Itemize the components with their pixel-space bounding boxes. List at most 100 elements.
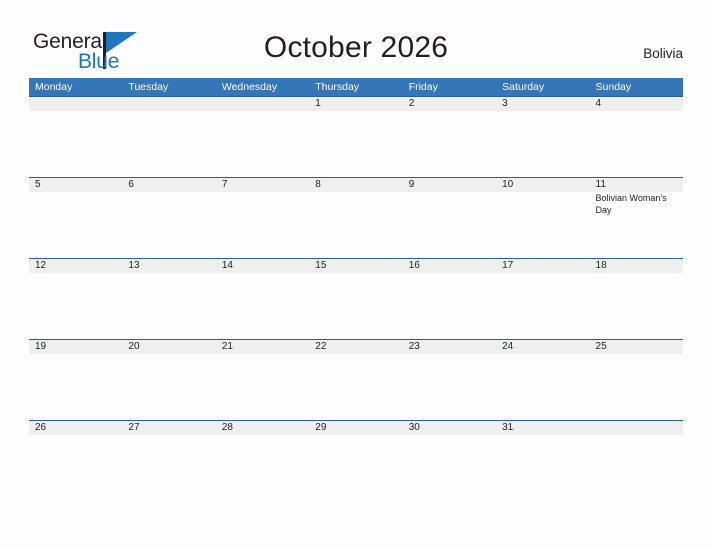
day-number: 27 bbox=[128, 422, 140, 433]
day-number: 30 bbox=[408, 422, 420, 433]
day-number: 15 bbox=[315, 260, 327, 271]
day-number: 4 bbox=[595, 98, 602, 109]
country-label: Bolivia bbox=[643, 46, 683, 61]
day-number-band bbox=[309, 178, 403, 192]
calendar-day-cell[interactable]: 14 bbox=[215, 259, 310, 339]
day-number: 17 bbox=[502, 260, 514, 271]
calendar-day-cell[interactable]: 20 bbox=[122, 340, 216, 420]
calendar-day-cell-empty bbox=[215, 97, 310, 177]
calendar-day-cell[interactable]: 31 bbox=[496, 421, 590, 501]
day-number-band bbox=[402, 97, 497, 111]
calendar-day-cell[interactable]: 25 bbox=[589, 340, 683, 420]
calendar-day-cell[interactable]: 27 bbox=[122, 421, 216, 501]
calendar-week-row: 1 2 3 4 bbox=[29, 96, 683, 177]
day-number: 3 bbox=[502, 98, 508, 109]
day-number: 13 bbox=[128, 260, 140, 271]
calendar-day-cell[interactable]: 24 bbox=[496, 340, 590, 420]
calendar-day-cell[interactable]: 18 bbox=[589, 259, 683, 339]
weekday-header-row: Monday Tuesday Wednesday Thursday Friday… bbox=[29, 78, 683, 96]
calendar-day-cell[interactable]: 17 bbox=[496, 259, 590, 339]
day-number: 8 bbox=[315, 179, 321, 190]
day-events: Bolivian Woman's Day bbox=[596, 193, 678, 216]
weekday-thursday: Thursday bbox=[315, 81, 360, 93]
calendar-page: General Blue October 2026 Bolivia Monday… bbox=[0, 0, 712, 550]
day-number: 5 bbox=[35, 179, 41, 190]
calendar-day-cell[interactable]: 1 bbox=[309, 97, 403, 177]
day-number-band bbox=[496, 97, 590, 111]
day-number-band bbox=[589, 97, 683, 111]
day-number: 31 bbox=[502, 422, 514, 433]
calendar-day-cell[interactable]: 29 bbox=[309, 421, 403, 501]
day-number: 22 bbox=[315, 341, 327, 352]
calendar-day-cell[interactable]: 13 bbox=[122, 259, 216, 339]
calendar-day-cell[interactable]: 15 bbox=[309, 259, 403, 339]
page-header: General Blue October 2026 Bolivia bbox=[0, 0, 712, 78]
calendar-day-cell[interactable]: 3 bbox=[496, 97, 590, 177]
day-number: 12 bbox=[35, 260, 47, 271]
day-number: 26 bbox=[35, 422, 47, 433]
day-number: 19 bbox=[35, 341, 47, 352]
calendar-day-cell[interactable]: 10 bbox=[496, 178, 590, 258]
calendar-day-cell[interactable]: 6 bbox=[122, 178, 216, 258]
day-number-band bbox=[589, 421, 683, 435]
calendar-day-cell[interactable]: 30 bbox=[402, 421, 497, 501]
calendar-day-cell[interactable]: 9 bbox=[402, 178, 497, 258]
day-number-band bbox=[29, 97, 123, 111]
day-number: 10 bbox=[502, 179, 514, 190]
day-number-band bbox=[29, 178, 123, 192]
day-number-band bbox=[122, 178, 216, 192]
day-number-band bbox=[215, 97, 310, 111]
calendar-day-cell-empty bbox=[29, 97, 123, 177]
day-number-band bbox=[215, 178, 310, 192]
day-number: 9 bbox=[408, 179, 415, 190]
calendar-weeks: 1 2 3 4 5 6 7 8 9 10 11 Bolivian Woman's Day 12 13 14 1… bbox=[29, 96, 683, 501]
day-number-band bbox=[122, 97, 216, 111]
day-number: 24 bbox=[502, 341, 514, 352]
day-number: 7 bbox=[221, 179, 228, 190]
day-number: 16 bbox=[408, 260, 420, 271]
calendar-week-row: 19 20 21 22 23 24 25 bbox=[29, 339, 683, 420]
calendar-day-cell[interactable]: 2 bbox=[402, 97, 497, 177]
page-title: October 2026 bbox=[263, 31, 449, 64]
day-number: 14 bbox=[221, 260, 233, 271]
weekday-wednesday: Wednesday bbox=[221, 81, 278, 93]
calendar-day-cell[interactable]: 26 bbox=[29, 421, 123, 501]
day-number: 2 bbox=[408, 98, 415, 109]
calendar-day-cell[interactable]: 12 bbox=[29, 259, 123, 339]
calendar-day-cell[interactable]: 4 bbox=[589, 97, 683, 177]
calendar-week-row: 5 6 7 8 9 10 11 Bolivian Woman's Day bbox=[29, 177, 683, 258]
weekday-monday: Monday bbox=[35, 81, 73, 93]
calendar-week-row: 26 27 28 29 30 31 bbox=[29, 420, 683, 501]
calendar-grid: Monday Tuesday Wednesday Thursday Friday… bbox=[29, 78, 683, 501]
day-number: 23 bbox=[408, 341, 420, 352]
calendar-day-cell[interactable]: 7 bbox=[215, 178, 310, 258]
calendar-day-cell[interactable]: 23 bbox=[402, 340, 497, 420]
calendar-day-cell-empty bbox=[122, 97, 216, 177]
holiday-event: Bolivian Woman's Day bbox=[595, 193, 667, 215]
weekday-tuesday: Tuesday bbox=[128, 81, 169, 93]
calendar-day-cell-empty bbox=[589, 421, 683, 501]
calendar-day-cell[interactable]: 8 bbox=[309, 178, 403, 258]
day-number: 28 bbox=[221, 422, 233, 433]
day-number-band bbox=[402, 178, 497, 192]
day-number: 21 bbox=[221, 341, 233, 352]
day-number: 25 bbox=[595, 341, 607, 352]
calendar-day-cell[interactable]: 19 bbox=[29, 340, 123, 420]
calendar-day-cell[interactable]: 22 bbox=[309, 340, 403, 420]
weekday-friday: Friday bbox=[408, 81, 438, 93]
day-number: 18 bbox=[595, 260, 607, 271]
calendar-day-cell[interactable]: 28 bbox=[215, 421, 310, 501]
day-number: 1 bbox=[315, 98, 321, 109]
day-number: 11 bbox=[595, 179, 606, 190]
day-number: 6 bbox=[128, 179, 134, 190]
weekday-saturday: Saturday bbox=[502, 81, 545, 93]
day-number-band bbox=[309, 97, 403, 111]
weekday-sunday: Sunday bbox=[595, 81, 632, 93]
day-number: 20 bbox=[128, 341, 140, 352]
calendar-week-row: 12 13 14 15 16 17 18 bbox=[29, 258, 683, 339]
calendar-day-cell[interactable]: 11 Bolivian Woman's Day bbox=[589, 178, 683, 258]
day-number: 29 bbox=[315, 422, 327, 433]
calendar-day-cell[interactable]: 21 bbox=[215, 340, 310, 420]
calendar-day-cell[interactable]: 16 bbox=[402, 259, 497, 339]
calendar-day-cell[interactable]: 5 bbox=[29, 178, 123, 258]
